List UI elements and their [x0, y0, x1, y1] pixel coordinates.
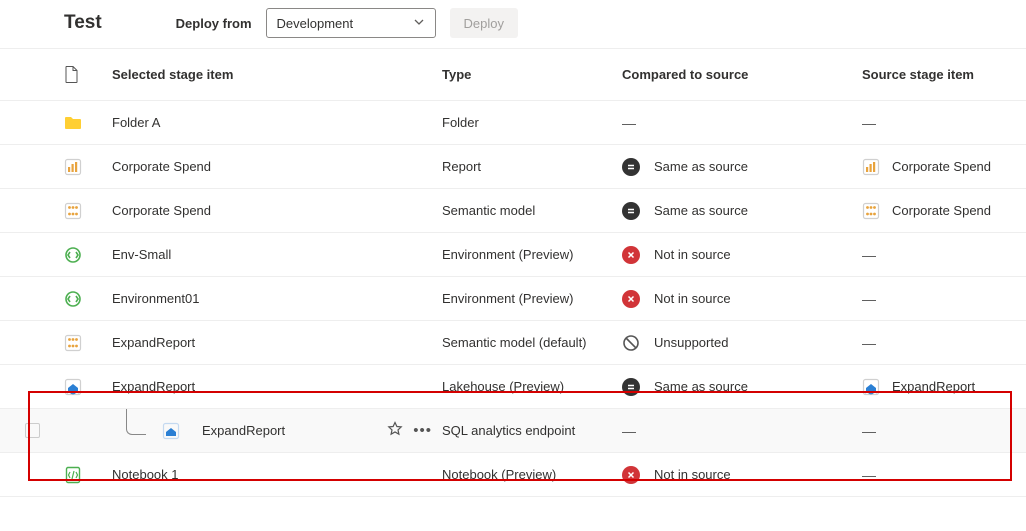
table-row[interactable]: ExpandReport•••SQL analytics endpoint—— [0, 409, 1026, 453]
equal-badge-icon [622, 202, 640, 220]
compare-status: Unsupported [622, 334, 862, 352]
compare-status: Not in source [622, 466, 862, 484]
source-item: Corporate Spend [862, 202, 1026, 220]
equal-badge-icon [622, 158, 640, 176]
lakehouse-icon [64, 378, 82, 396]
item-type: Environment (Preview) [442, 291, 622, 306]
item-type: Semantic model (default) [442, 335, 622, 350]
item-type: Folder [442, 115, 622, 130]
compare-status: Same as source [622, 202, 862, 220]
page-icon [64, 66, 112, 83]
compare-status: Not in source [622, 246, 862, 264]
items-table: Selected stage item Type Compared to sou… [0, 49, 1026, 497]
row-checkbox[interactable] [25, 423, 40, 438]
col-compare: Compared to source [622, 67, 862, 82]
item-type: Notebook (Preview) [442, 467, 622, 482]
compare-status: Same as source [622, 158, 862, 176]
item-name: Corporate Spend [112, 203, 211, 218]
source-item: ExpandReport [862, 378, 1026, 396]
dash-icon: — [862, 291, 876, 307]
deploy-from-dropdown[interactable]: Development [266, 8, 436, 38]
more-options-icon[interactable]: ••• [413, 422, 432, 439]
folder-icon [64, 114, 82, 132]
item-type: Report [442, 159, 622, 174]
env-icon [64, 246, 82, 264]
compare-status: — [622, 423, 862, 439]
table-row[interactable]: Corporate Spend Semantic modelSame as sou… [0, 189, 1026, 233]
x-badge-icon [622, 466, 640, 484]
deploy-from-label: Deploy from [176, 16, 252, 31]
dash-icon: — [862, 247, 876, 263]
source-item: — [862, 423, 1026, 439]
dash-icon: — [862, 423, 876, 439]
item-name: ExpandReport [112, 335, 195, 350]
dash-icon: — [622, 115, 636, 131]
col-source: Source stage item [862, 67, 1026, 82]
item-name: Corporate Spend [112, 159, 211, 174]
item-type: Environment (Preview) [442, 247, 622, 262]
table-row[interactable]: Environment01 Environment (Preview)Not in… [0, 277, 1026, 321]
env-icon [64, 290, 82, 308]
source-item: — [862, 335, 1026, 351]
dash-icon: — [862, 467, 876, 483]
tree-connector-icon [126, 409, 146, 435]
item-name: Env-Small [112, 247, 171, 262]
deploy-button[interactable]: Deploy [450, 8, 518, 38]
chevron-down-icon [413, 16, 425, 31]
table-row[interactable]: Folder AFolder—— [0, 101, 1026, 145]
lakehouse-icon [862, 378, 880, 396]
stage-header: Test Deploy from Development Deploy [0, 0, 1026, 49]
dataset-icon [64, 202, 82, 220]
table-row[interactable]: Corporate SpendReportSame as sourceCorpo… [0, 145, 1026, 189]
col-selected: Selected stage item [112, 67, 442, 82]
source-item: — [862, 115, 1026, 131]
table-row[interactable]: Env-Small Environment (Preview)Not in sou… [0, 233, 1026, 277]
item-type: SQL analytics endpoint [442, 423, 622, 438]
equal-badge-icon [622, 378, 640, 396]
dataset-icon [862, 202, 880, 220]
item-type: Semantic model [442, 203, 622, 218]
stage-title: Test [64, 12, 102, 34]
dataset-icon [64, 334, 82, 352]
table-row[interactable]: Notebook 1 Notebook (Preview)Not in sourc… [0, 453, 1026, 497]
source-item: — [862, 291, 1026, 307]
report-icon [862, 158, 880, 176]
notebook-icon [64, 466, 82, 484]
deploy-from-value: Development [277, 16, 354, 31]
item-name: Notebook 1 [112, 467, 179, 482]
sqlendpoint-icon [162, 422, 180, 440]
compare-status: — [622, 115, 862, 131]
unsupported-badge-icon [622, 334, 640, 352]
report-icon [64, 158, 82, 176]
item-type: Lakehouse (Preview) [442, 379, 622, 394]
table-row[interactable]: ExpandReport Semantic model (default)Unsu… [0, 321, 1026, 365]
dash-icon: — [862, 335, 876, 351]
compare-status: Same as source [622, 378, 862, 396]
item-name: Folder A [112, 115, 160, 130]
col-type: Type [442, 67, 622, 82]
dash-icon: — [862, 115, 876, 131]
x-badge-icon [622, 290, 640, 308]
item-name: Environment01 [112, 291, 199, 306]
x-badge-icon [622, 246, 640, 264]
source-item: — [862, 467, 1026, 483]
table-row[interactable]: ExpandReport Lakehouse (Preview)Same as s… [0, 365, 1026, 409]
table-header-row: Selected stage item Type Compared to sou… [0, 49, 1026, 101]
item-name: ExpandReport [202, 423, 285, 438]
compare-status: Not in source [622, 290, 862, 308]
dash-icon: — [622, 423, 636, 439]
source-item: Corporate Spend [862, 158, 1026, 176]
source-item: — [862, 247, 1026, 263]
favorite-star-icon[interactable] [387, 421, 403, 440]
item-name: ExpandReport [112, 379, 195, 394]
